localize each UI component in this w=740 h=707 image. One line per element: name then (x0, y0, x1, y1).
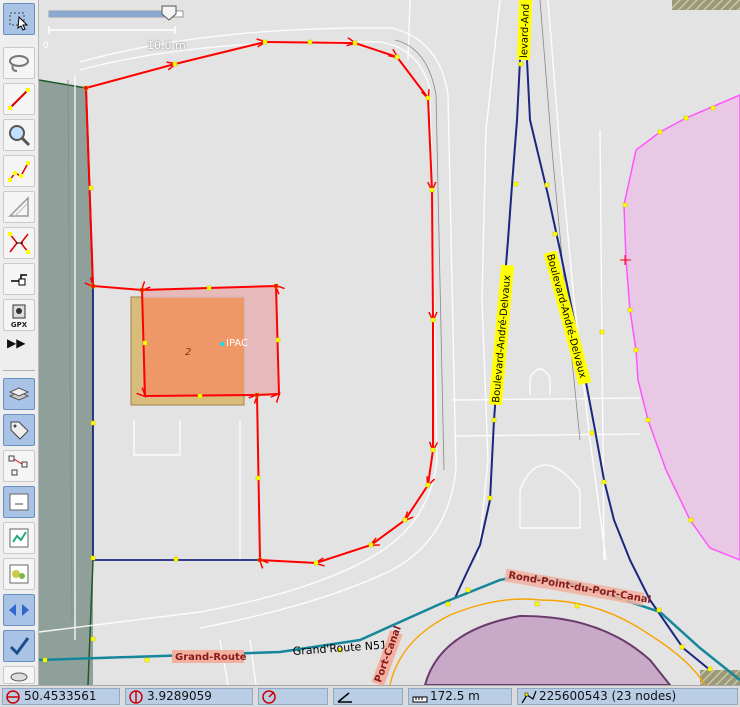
history-toggle-button[interactable] (3, 486, 35, 518)
more-tools-button[interactable]: ▶▶ (7, 336, 31, 356)
heading-field (258, 688, 328, 705)
ruler-icon (412, 696, 428, 703)
validator-toggle-button[interactable] (3, 522, 35, 554)
extrude-icon (11, 274, 27, 286)
select-icon (9, 12, 29, 31)
draw-icon (8, 88, 30, 110)
unloaded-area (700, 670, 740, 685)
selection-value: 225600543 (23 nodes) (539, 689, 677, 703)
filter-icon (9, 564, 29, 584)
lasso-tool-button[interactable] (3, 47, 35, 79)
zoom-slider-fill (49, 11, 170, 17)
selection-field: 225600543 (23 nodes) (517, 688, 738, 705)
building-number-label: 2 (185, 347, 191, 358)
validator-icon (9, 528, 29, 548)
gpx-label: GPX (10, 321, 28, 329)
toolbar-separator (3, 370, 35, 371)
tags-icon (10, 421, 29, 440)
gpx-icon (12, 304, 26, 319)
latitude-icon (6, 690, 20, 704)
relations-icon (8, 455, 28, 476)
latitude-field: 50.4533561 (2, 688, 120, 705)
ipac-label: IPAC (226, 338, 248, 349)
minimap-icon (10, 672, 28, 682)
layers-toggle-button[interactable] (3, 378, 35, 410)
longitude-field: 3.9289059 (125, 688, 253, 705)
extrude-tool-button[interactable] (3, 263, 35, 295)
status-bar: 50.4533561 3.9289059 172.5 m 225600543 (… (0, 685, 740, 707)
minimap-toggle-button[interactable] (3, 666, 35, 684)
parallel-tool-button[interactable] (3, 191, 35, 223)
angle-field (333, 688, 403, 705)
filter-toggle-button[interactable] (3, 558, 35, 590)
ipac-node[interactable] (220, 342, 224, 346)
upload-done-button[interactable] (3, 630, 35, 662)
delete-icon (8, 161, 30, 182)
svg-text:levard-And: levard-And (519, 4, 532, 59)
scale-label: 10.0 m (147, 39, 186, 52)
distance-value: 172.5 m (430, 689, 480, 703)
editing-toolbar: GPX ▶▶ (0, 0, 39, 685)
draw-tool-button[interactable] (3, 83, 35, 115)
lasso-icon (9, 55, 29, 72)
conflict-toggle-button[interactable] (3, 594, 35, 626)
delete-tool-button[interactable] (3, 155, 35, 187)
green-landuse (39, 80, 93, 685)
tags-toggle-button[interactable] (3, 414, 35, 446)
grand-route-label: Grand-Route (172, 650, 247, 663)
parallel-icon (8, 196, 29, 217)
split-icon (8, 232, 30, 254)
zoom-icon (9, 125, 31, 147)
svg-text:0: 0 (43, 41, 49, 51)
longitude-icon (129, 690, 143, 704)
unloaded-area (672, 0, 740, 10)
map-view[interactable]: IPAC 2 levard-And Boulevard-André-Delvau… (39, 0, 740, 685)
relations-toggle-button[interactable] (3, 450, 35, 482)
gpx-tool-button[interactable]: GPX (3, 299, 35, 331)
map-canvas[interactable]: IPAC 2 levard-And Boulevard-André-Delvau… (39, 0, 740, 685)
done-icon (9, 637, 30, 656)
layers-icon (8, 387, 30, 401)
zoom-tool-button[interactable] (3, 119, 35, 151)
conflict-icon (9, 604, 29, 616)
heading-icon (262, 690, 276, 704)
distance-field: 172.5 m (408, 688, 512, 705)
svg-text:Grand-Route: Grand-Route (175, 652, 247, 663)
latitude-value: 50.4533561 (24, 689, 97, 703)
select-tool-button[interactable] (3, 3, 35, 35)
angle-icon (337, 692, 352, 703)
longitude-value: 3.9289059 (147, 689, 212, 703)
split-tool-button[interactable] (3, 227, 35, 259)
street-label-top: levard-And (516, 0, 533, 61)
way-icon (521, 690, 537, 704)
history-icon (9, 493, 29, 511)
